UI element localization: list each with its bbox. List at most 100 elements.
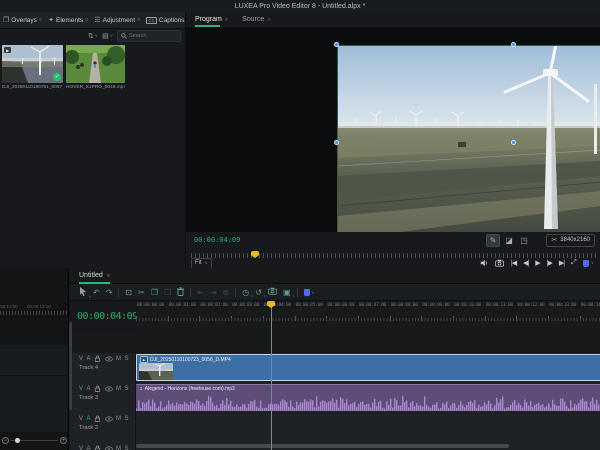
tab-source[interactable]: Source ≡ — [242, 12, 270, 27]
delete-button[interactable] — [177, 286, 185, 298]
skip-start-button[interactable]: |◀ — [511, 259, 517, 267]
program-monitor[interactable] — [186, 27, 600, 232]
menu-icon[interactable]: ≡ — [85, 17, 88, 23]
transform-button[interactable]: ⊡ — [125, 288, 132, 297]
transform-handle[interactable] — [511, 140, 516, 145]
sort-button[interactable]: ⇅ ∨ — [88, 32, 98, 40]
play-button[interactable]: ▶ — [535, 259, 540, 267]
track-solo-toggle[interactable]: S — [125, 416, 129, 422]
transform-handle[interactable] — [334, 42, 339, 47]
timeline-marker-dropdown[interactable]: ∨ — [303, 288, 314, 296]
chevron-down-icon: ∨ — [109, 32, 113, 38]
track-audio-toggle[interactable]: A — [87, 386, 91, 392]
transform-handle[interactable] — [334, 140, 339, 145]
volume-icon[interactable] — [480, 259, 488, 267]
lock-icon[interactable] — [94, 415, 101, 422]
media-item-thumbnail[interactable] — [66, 45, 125, 83]
mask-button[interactable]: ◪ — [503, 235, 515, 246]
tab-label: Program — [195, 16, 222, 23]
eye-icon[interactable] — [104, 446, 113, 450]
menu-icon[interactable]: ≡ — [137, 17, 140, 23]
track-mute-toggle[interactable]: M — [116, 356, 121, 362]
track-mute-toggle[interactable]: M — [116, 386, 121, 392]
zoom-slider-track[interactable] — [11, 437, 58, 443]
zoom-slider-thumb[interactable] — [15, 437, 20, 443]
track-mute-toggle[interactable]: M — [116, 446, 121, 450]
skip-end-button[interactable]: ▶| — [559, 259, 565, 267]
track-video-toggle[interactable]: V — [79, 416, 83, 422]
audio-clip[interactable]: ♫ Alegend - Horizons (freetouse.com).mp3 — [136, 384, 600, 411]
vertical-scrollbar[interactable] — [69, 322, 72, 410]
tab-adjustment[interactable]: ☰ Adjustment ≡ — [91, 12, 143, 28]
track-lane[interactable]: V A M S Track 4 ▶ DJI_20250110100723_005… — [69, 353, 600, 384]
timeline-timecode-box: 00:00:04:09 — [69, 301, 138, 331]
fullscreen-button[interactable]: ⤢ — [571, 259, 577, 267]
track-video-toggle[interactable]: V — [79, 386, 83, 392]
media-item-thumbnail[interactable]: ▶ ✓ — [2, 45, 63, 83]
tab-elements[interactable]: ✦ Elements ≡ — [45, 12, 91, 28]
view-mode-button[interactable]: ▤ ∨ — [102, 32, 113, 40]
menu-icon[interactable]: ≡ — [225, 17, 228, 23]
menu-icon[interactable]: ≡ — [267, 17, 270, 23]
playhead-handle[interactable] — [267, 301, 275, 308]
crop-button[interactable]: ◳ — [518, 235, 530, 246]
tab-overlays[interactable]: ❐ Overlays ≡ — [0, 12, 45, 28]
preview-scrubber[interactable] — [186, 250, 600, 258]
empty-lane[interactable] — [69, 331, 600, 354]
resolution-button[interactable]: ✂ 3840x2160 — [546, 233, 595, 247]
next-frame-button[interactable]: |▶ — [547, 259, 553, 267]
track-audio-toggle[interactable]: A — [87, 356, 91, 362]
menu-icon[interactable]: ≡ — [107, 273, 110, 279]
search-input[interactable] — [129, 32, 173, 39]
fit-dropdown[interactable]: Fit ∨ — [191, 257, 212, 269]
snapshot-camera-icon[interactable] — [494, 259, 504, 267]
track-mute-toggle[interactable]: M — [116, 416, 121, 422]
tab-program[interactable]: Program ≡ — [195, 12, 228, 27]
edit-box-button[interactable]: ✎ — [486, 233, 500, 247]
timeline-zoom-slider[interactable]: − + — [0, 434, 68, 446]
keyframe-curve-button[interactable]: ↺ ∨ — [255, 288, 266, 298]
export-frame-button[interactable]: ▣ ∨ — [283, 288, 295, 298]
loop-button[interactable]: ⊛ — [223, 288, 230, 297]
undo-button[interactable]: ↶ — [93, 288, 100, 297]
horizontal-scrollbar[interactable] — [136, 444, 509, 448]
next-edit-button[interactable]: ⇥ — [210, 288, 217, 297]
eye-icon[interactable] — [104, 386, 113, 392]
menu-icon[interactable]: ≡ — [39, 17, 42, 23]
track-video-toggle[interactable]: V — [79, 446, 83, 450]
track-solo-toggle[interactable]: S — [125, 356, 129, 362]
lock-icon[interactable] — [94, 385, 101, 392]
track-audio-toggle[interactable]: A — [87, 416, 91, 422]
split-button[interactable]: ✂ — [138, 288, 145, 297]
lock-icon[interactable] — [94, 355, 101, 362]
prev-frame-button[interactable]: ◀| — [523, 259, 529, 267]
paste-button[interactable]: ❒ — [164, 288, 171, 297]
timeline-ruler[interactable]: 00:00:00:00 00:00:01:00 00:00:02:00 00:00:0… — [136, 301, 600, 332]
copy-button[interactable]: ❐ — [151, 288, 158, 297]
search-box[interactable] — [117, 29, 181, 42]
video-frame[interactable] — [337, 28, 600, 232]
playhead-line[interactable] — [271, 301, 272, 450]
eye-icon[interactable] — [104, 356, 113, 362]
redo-button[interactable]: ↷ — [106, 288, 113, 297]
speed-button[interactable]: ◷ ∨ — [242, 288, 253, 298]
track-audio-toggle[interactable]: A — [87, 446, 91, 450]
zoom-in-icon[interactable]: + — [60, 436, 67, 444]
video-clip[interactable]: ▶ DJI_20250110100723_0056_D.MP4 — [136, 354, 600, 381]
eye-icon[interactable] — [104, 416, 113, 422]
window-title: LUXEA Pro Video Editor 8 - Untitled.alpx… — [234, 2, 366, 10]
select-tool-button[interactable]: ∨ — [79, 286, 91, 299]
track-lane[interactable]: V A M S Track 2 — [69, 413, 600, 444]
track-lane[interactable]: V A M S Track 3 ♫ Alegend - Horizons (fr… — [69, 383, 600, 414]
zoom-out-icon[interactable]: − — [2, 436, 9, 444]
marker-icon — [303, 288, 310, 296]
lock-icon[interactable] — [94, 445, 101, 450]
transform-handle[interactable] — [511, 42, 516, 47]
track-solo-toggle[interactable]: S — [125, 446, 129, 450]
track-solo-toggle[interactable]: S — [125, 386, 129, 392]
timeline-tab-untitled[interactable]: Untitled ≡ — [79, 268, 110, 284]
snapshot-button[interactable] — [267, 287, 277, 297]
prev-edit-button[interactable]: ⇤ — [197, 288, 204, 297]
track-video-toggle[interactable]: V — [79, 356, 83, 362]
marker-dropdown[interactable]: ∨ — [582, 259, 594, 267]
